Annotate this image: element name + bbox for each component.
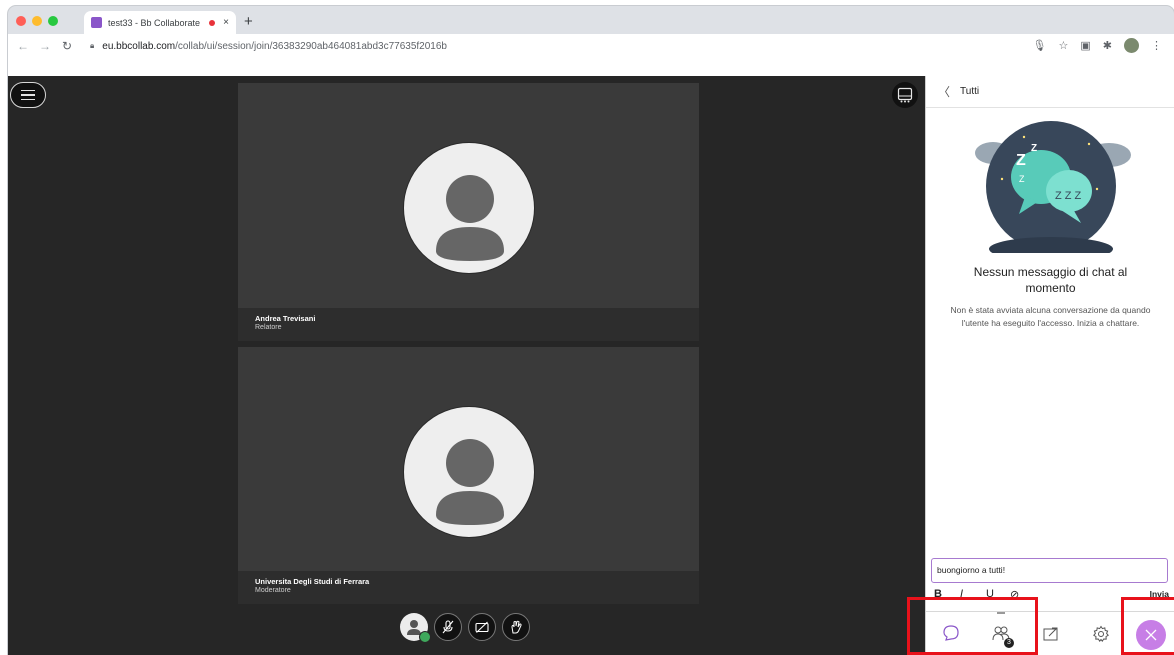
layout-toggle-icon[interactable] (892, 82, 918, 108)
chat-panel: 〈 Tutti Z Z Z Z Z Z Nessun messaggio di … (925, 76, 1174, 655)
participant-role: Moderatore (255, 587, 291, 594)
url-path: /collab/ui/session/join/36383290ab464081… (175, 40, 447, 52)
chevron-left-icon[interactable]: 〈 (938, 83, 950, 100)
reload-icon[interactable]: ↻ (60, 39, 74, 53)
participant-nameplate: Andrea Trevisani Relatore (238, 308, 699, 341)
highlight-chat-attendees (907, 597, 1038, 655)
extensions-icon[interactable]: ✱ (1103, 39, 1112, 52)
tab-close-button[interactable]: × (223, 17, 229, 28)
bookmarks-spacer (8, 58, 1174, 76)
raise-hand-button[interactable] (502, 613, 530, 641)
tab-strip: test33 - Bb Collaborate × + (8, 6, 1174, 34)
kebab-menu-icon[interactable]: ⋮ (1151, 39, 1162, 52)
svg-text:Z: Z (1031, 143, 1037, 154)
browser-toolbar: ← → ↻ 🔒︎ eu.bbcollab.com/collab/ui/sessi… (8, 34, 1174, 58)
address-bar[interactable]: eu.bbcollab.com/collab/ui/session/join/3… (102, 41, 447, 52)
profile-avatar[interactable] (1124, 38, 1139, 53)
sleeping-chat-illustration: Z Z Z Z Z Z (975, 121, 1131, 253)
recording-icon (209, 19, 216, 26)
tab-settings[interactable] (1076, 612, 1126, 655)
tab-title: test33 - Bb Collaborate (108, 17, 201, 28)
gear-icon (1093, 625, 1109, 642)
participant-name: Andrea Trevisani (255, 314, 316, 323)
chat-message-input[interactable]: buongiorno a tutti! (931, 558, 1168, 583)
bookmark-star-icon[interactable]: ☆ (1059, 39, 1069, 52)
camera-off-button[interactable] (468, 613, 496, 641)
participant-name: Universita Degli Studi di Ferrara (255, 577, 370, 586)
chat-panel-header[interactable]: 〈 Tutti (926, 76, 1174, 108)
maximize-window-button[interactable] (48, 16, 58, 26)
empty-chat-title: Nessun messaggio di chat al momento (973, 265, 1128, 295)
new-tab-button[interactable]: + (244, 13, 253, 30)
svg-text:Z: Z (1016, 152, 1026, 169)
video-tile[interactable]: Universita Degli Studi di Ferrara Modera… (238, 347, 699, 604)
toolbar-actions: 🎙︎ ☆ ▣ ✱ ⋮ (1033, 38, 1162, 53)
share-content-icon (1043, 627, 1058, 641)
hamburger-menu-icon[interactable] (10, 82, 46, 108)
collaborate-session: Andrea Trevisani Relatore Universita Deg… (8, 76, 1174, 655)
status-check-icon (419, 631, 431, 643)
browser-window: test33 - Bb Collaborate × + ← → ↻ 🔒︎ eu.… (8, 6, 1174, 655)
microphone-icon[interactable]: 🎙︎ (1033, 39, 1047, 52)
back-arrow-icon[interactable]: ← (16, 39, 30, 53)
chat-channel-title: Tutti (960, 86, 980, 97)
forward-arrow-icon[interactable]: → (38, 39, 52, 53)
lock-icon[interactable]: 🔒︎ (90, 41, 94, 51)
microphone-off-button[interactable] (434, 613, 462, 641)
my-status-button[interactable] (400, 613, 431, 643)
cast-icon[interactable]: ▣ (1080, 39, 1090, 52)
minimize-window-button[interactable] (32, 16, 42, 26)
svg-text:Z: Z (1019, 174, 1025, 184)
svg-text:Z Z Z: Z Z Z (1055, 190, 1082, 202)
participant-role: Relatore (255, 324, 282, 331)
url-host: eu.bbcollab.com (102, 40, 176, 52)
user-avatar-icon (403, 406, 535, 538)
session-controls (400, 613, 530, 643)
user-avatar-icon (403, 142, 535, 274)
highlight-close-panel (1121, 597, 1174, 655)
empty-chat-description: Non è stata avviata alcuna conversazione… (950, 305, 1151, 328)
video-tile[interactable]: Andrea Trevisani Relatore (238, 83, 699, 341)
browser-tab[interactable]: test33 - Bb Collaborate × (84, 11, 236, 34)
participant-nameplate: Universita Degli Studi di Ferrara Modera… (238, 571, 699, 604)
favicon-icon (91, 17, 102, 28)
close-window-button[interactable] (16, 16, 26, 26)
